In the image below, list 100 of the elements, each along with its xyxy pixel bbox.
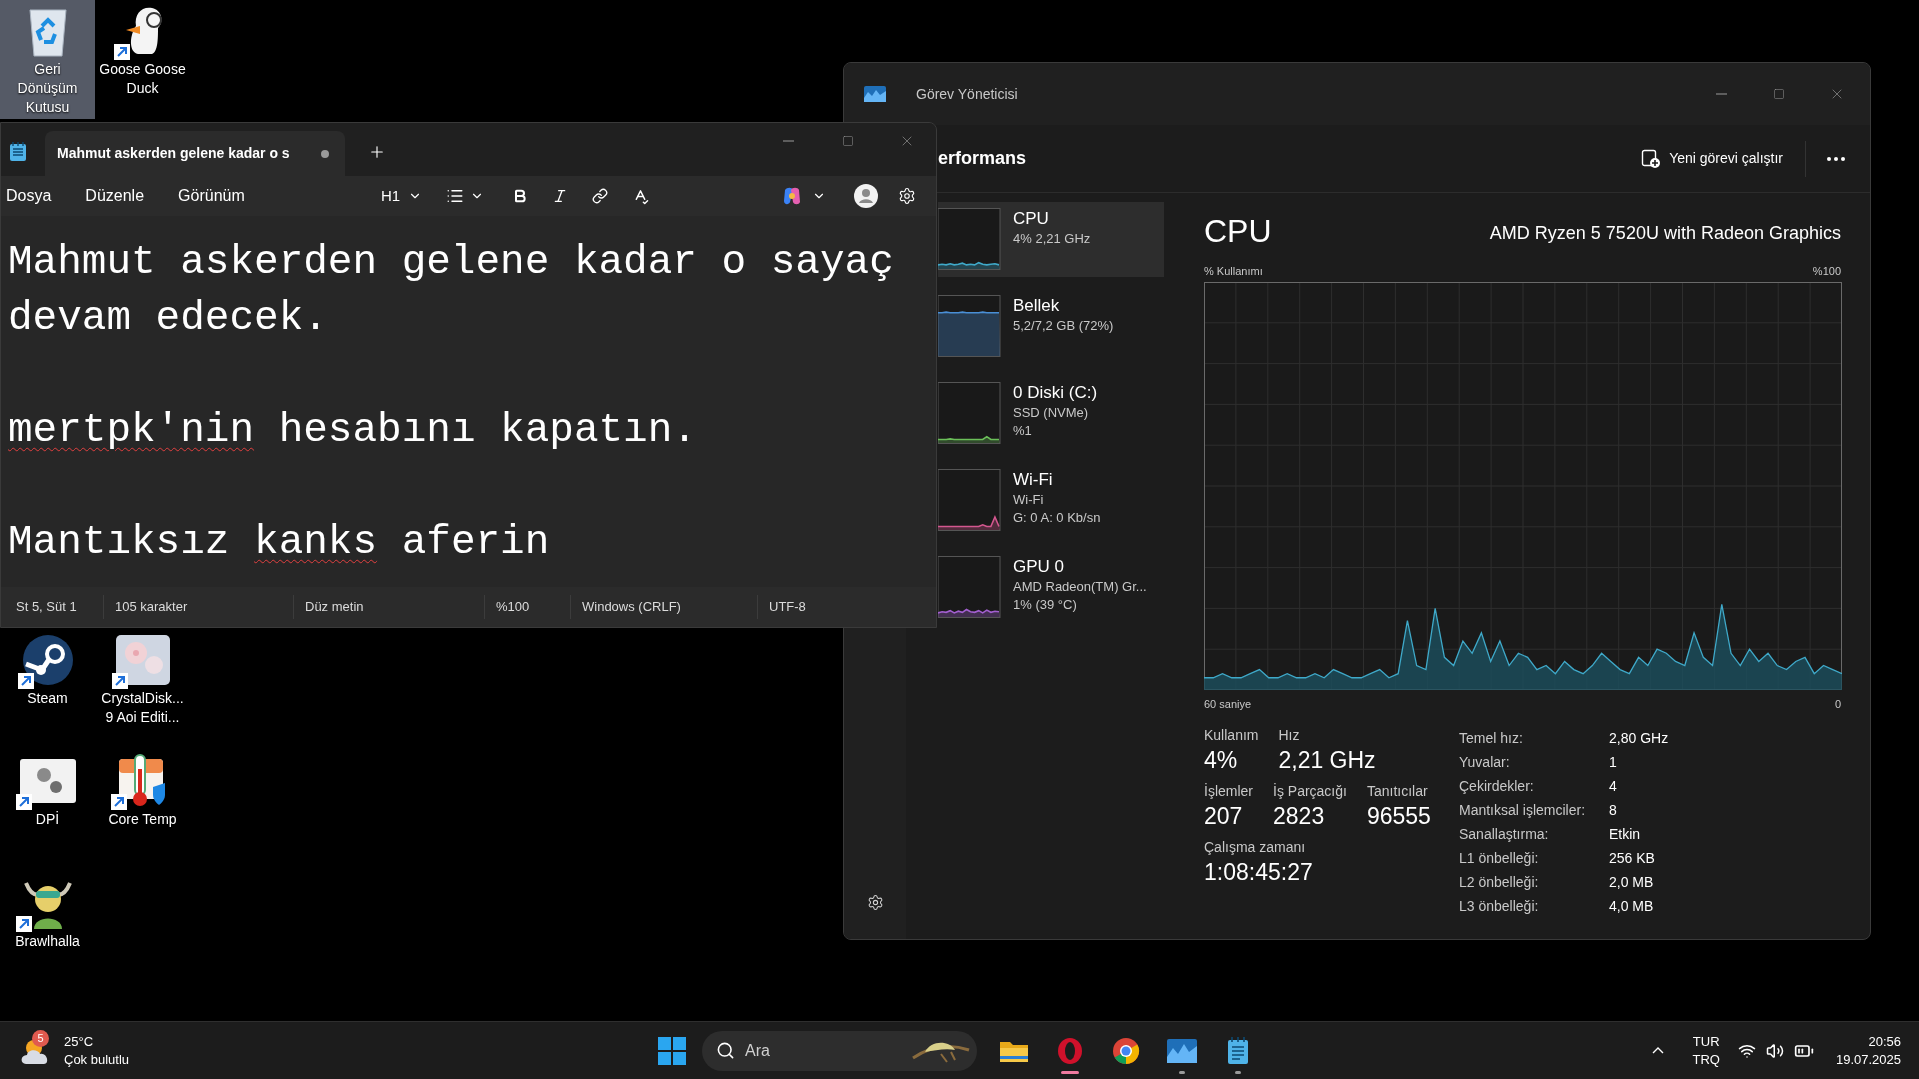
icon-label: Core Temp <box>108 810 177 829</box>
axis-label: 60 saniye <box>1204 696 1252 712</box>
maximize-icon <box>841 135 854 147</box>
new-task-icon <box>1641 148 1662 169</box>
temperature: 25°C <box>64 1032 95 1051</box>
spec-value: 256 KB <box>1609 849 1656 868</box>
resource-detail: 5,2/7,2 GB (72%) <box>1013 317 1114 335</box>
desktop-icon[interactable]: Core Temp <box>95 750 190 831</box>
text-paragraph: mertpk'nin hesabını kapatın. <box>8 406 698 455</box>
resource-detail: AMD Radeon(TM) Gr... <box>1013 578 1147 596</box>
detail-title: CPU <box>1204 212 1272 251</box>
axis-label: %100 <box>1812 264 1841 279</box>
resource-detail: 1% (39 °C) <box>1013 596 1078 614</box>
spec-value: 2,80 GHz <box>1609 729 1669 748</box>
spec-label: Çekirdekler: <box>1459 777 1535 796</box>
browser-icon <box>1112 1036 1140 1065</box>
notification-badge: 5 <box>32 1029 49 1047</box>
search-input: Ara <box>745 1038 865 1063</box>
resource-item[interactable]: CPU 4% 2,21 GHz <box>938 202 1164 277</box>
spec-value: 4 <box>1609 777 1618 796</box>
spec-value: 1 <box>1609 753 1618 772</box>
spec-label: Sanallaştırma: <box>1459 825 1550 844</box>
status-item: St 5, Süt 1 <box>16 598 77 617</box>
maximize-icon <box>1773 88 1785 100</box>
status-item: %100 <box>496 598 530 617</box>
resource-item[interactable]: GPU 0 AMD Radeon(TM) Gr... 1% (39 °C) <box>938 550 1164 625</box>
text-paragraph: Mantıksız kanks aferin <box>8 518 551 567</box>
shortcut-arrow-icon <box>15 916 32 932</box>
desktop-icon[interactable]: DPİ <box>0 750 95 831</box>
status-item: UTF-8 <box>769 598 806 617</box>
resource-item[interactable]: 0 Diski (C:) SSD (NVMe) %1 <box>938 376 1164 451</box>
processor-model: AMD Ryzen 5 7520U with Radeon Graphics <box>1489 222 1841 245</box>
resource-name: Bellek <box>1013 295 1061 317</box>
stat-value: 2823 <box>1273 802 1326 831</box>
minimize-icon <box>1715 93 1727 95</box>
clock[interactable]: 20:56 19.07.2025 <box>1835 1032 1901 1069</box>
status-item: Windows (CRLF) <box>582 598 681 617</box>
plus-icon <box>368 143 386 161</box>
stat-value: 96555 <box>1366 802 1431 831</box>
spec-label: Temel hız: <box>1459 729 1524 748</box>
stat-value: 207 <box>1204 802 1244 831</box>
stat-value: 4% <box>1204 746 1239 775</box>
activity-graph-icon <box>1167 1038 1197 1063</box>
spec-label: Yuvalar: <box>1459 753 1511 772</box>
resource-name: GPU 0 <box>1013 556 1066 578</box>
text-paragraph: Mahmut askerden gelene kadar o sayaç devam edecek. <box>8 238 895 343</box>
menu-item[interactable]: Dosya <box>6 184 52 208</box>
shortcut-arrow-icon <box>111 673 128 689</box>
icon-label: Goose Goose Duck <box>99 60 186 98</box>
resource-name: Wi-Fi <box>1013 469 1054 491</box>
settings-icon <box>898 187 916 205</box>
run-new-task-button[interactable]: Yeni görevi çalıştır <box>1629 140 1795 177</box>
gears-icon <box>19 759 76 803</box>
icon-label: Brawlhalla <box>15 932 80 951</box>
icon-label: Geri Dönüşüm Kutusu <box>17 60 78 117</box>
bold-icon <box>512 188 529 204</box>
resource-item[interactable]: Wi-Fi Wi-Fi G: 0 A: 0 Kb/sn <box>938 463 1164 538</box>
spec-label: L1 önbelleği: <box>1459 849 1540 868</box>
account-icon[interactable] <box>854 184 878 208</box>
shortcut-arrow-icon <box>17 673 34 689</box>
document-tab[interactable]: Mahmut askerden gelene kadar o s <box>45 131 345 176</box>
stat-value: 1:08:45:27 <box>1204 858 1313 887</box>
steam-icon <box>21 634 74 686</box>
menu-item[interactable]: Düzenle <box>85 184 145 208</box>
spec-label: L2 önbelleği: <box>1459 873 1540 892</box>
mini-graph <box>938 208 1001 270</box>
axis-label: % Kullanımı <box>1204 264 1263 279</box>
desktop-icon[interactable]: Goose Goose Duck <box>95 0 190 100</box>
desktop-icon[interactable]: Brawlhalla <box>0 872 95 953</box>
notepad-icon <box>9 142 27 162</box>
icon-label: DPİ <box>35 810 60 829</box>
spec-value: 2,0 MB <box>1609 873 1655 892</box>
resource-detail: %1 <box>1013 422 1033 440</box>
menu-item[interactable]: Görünüm <box>178 184 245 208</box>
desktop-icon[interactable]: CrystalDisk... 9 Aoi Editi... <box>95 629 190 729</box>
mini-graph <box>938 382 1001 444</box>
axis-label: 0 <box>1834 696 1841 712</box>
input-language[interactable]: TUR TRQ <box>1692 1032 1720 1069</box>
desktop-icon[interactable]: Geri Dönüşüm Kutusu <box>0 0 95 119</box>
spec-value: 8 <box>1609 801 1618 820</box>
spec-value: 4,0 MB <box>1609 897 1655 916</box>
weather-widget[interactable]: 5 25°C Çok bulutlu <box>0 1032 130 1069</box>
bulleted-list-icon <box>446 187 465 205</box>
spec-label: L3 önbelleği: <box>1459 897 1540 916</box>
tab-title: Mahmut askerden gelene kadar o s <box>57 144 290 163</box>
notepad-icon <box>1227 1036 1249 1065</box>
resource-item[interactable]: Bellek 5,2/7,2 GB (72%) <box>938 289 1164 364</box>
shortcut-arrow-icon <box>110 794 127 810</box>
status-item: Düz metin <box>305 598 364 617</box>
start-icon[interactable] <box>658 1036 686 1065</box>
stat-label: Hız <box>1278 726 1301 744</box>
shortcut-arrow-icon <box>113 44 130 60</box>
resource-name: CPU <box>1013 208 1050 230</box>
spec-value: Etkin <box>1609 825 1642 844</box>
flower-icon <box>115 635 170 685</box>
search-field[interactable]: Ara <box>702 1030 977 1071</box>
volume-icon[interactable] <box>1765 1041 1784 1060</box>
heading-dropdown[interactable]: H1 <box>373 184 431 208</box>
desktop-icon[interactable]: Steam <box>0 629 95 710</box>
resource-detail: G: 0 A: 0 Kb/sn <box>1013 509 1101 527</box>
